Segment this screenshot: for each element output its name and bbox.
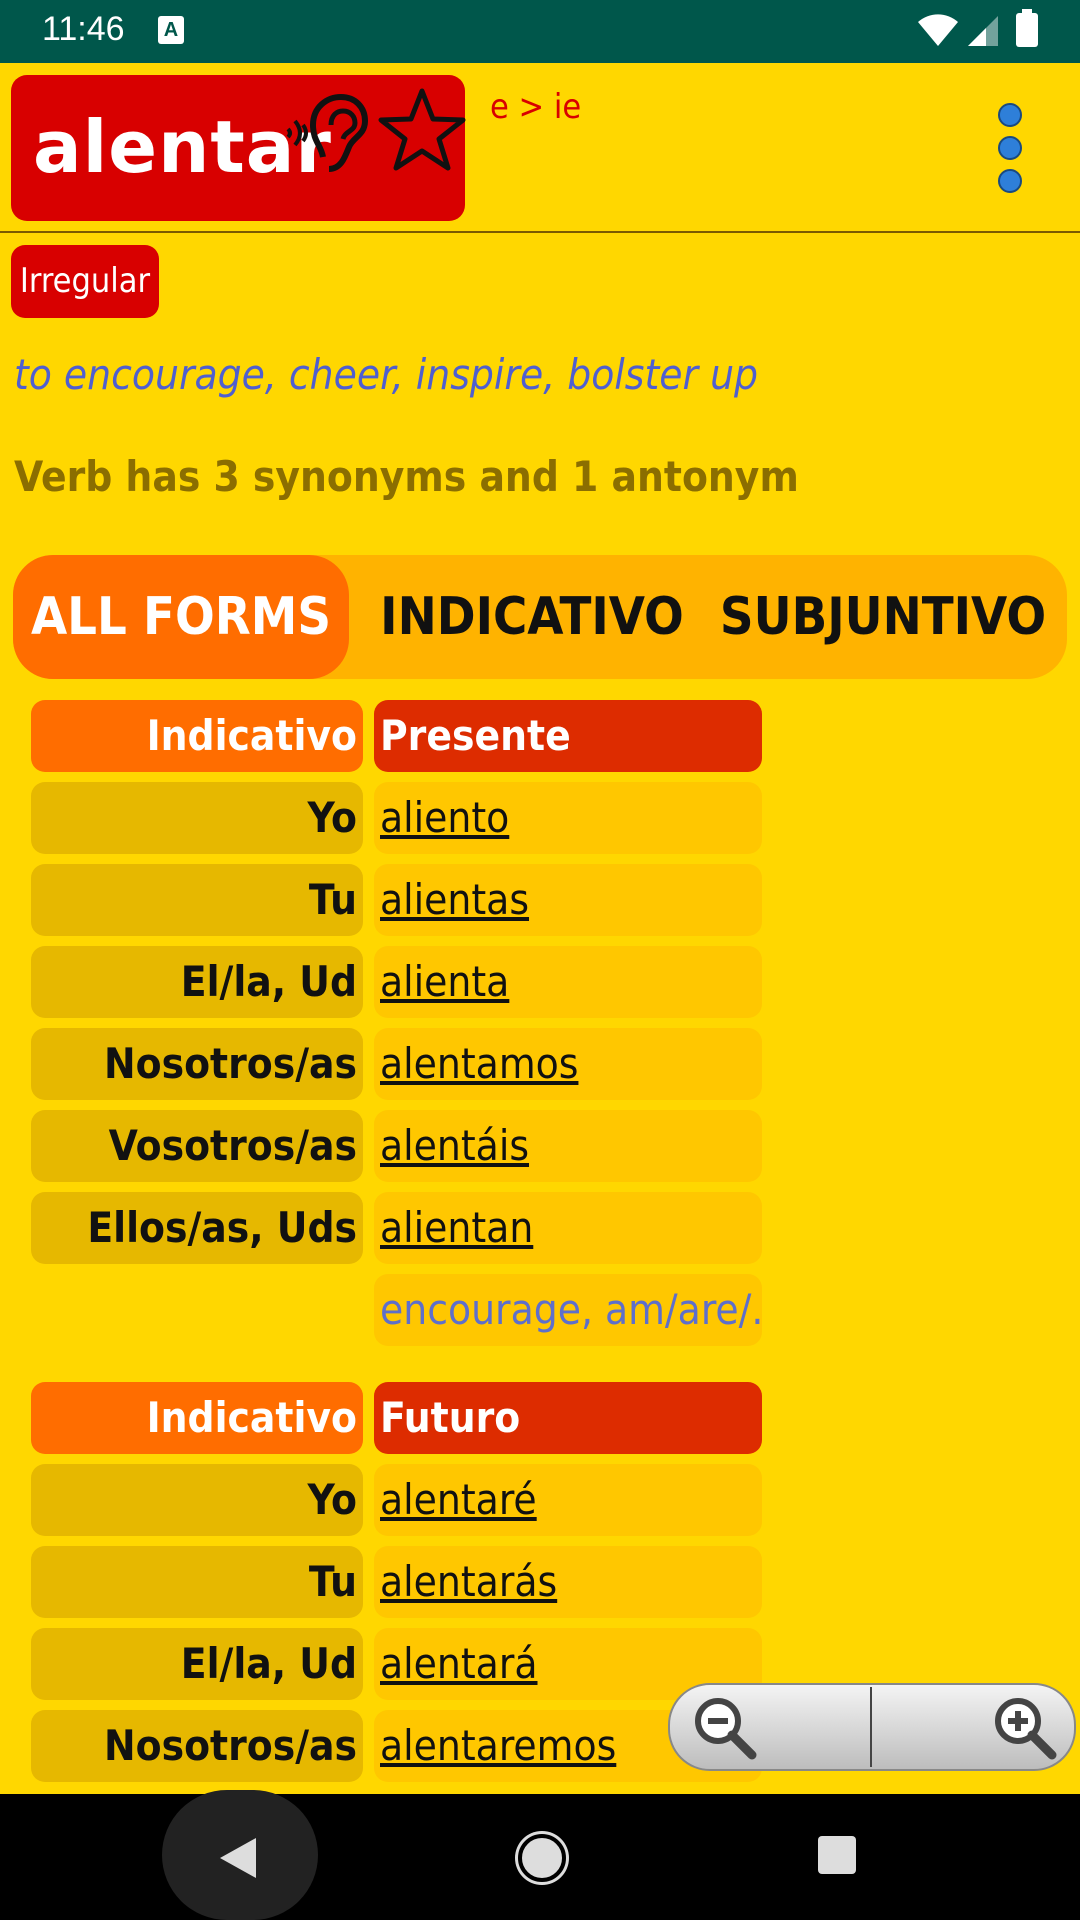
verb-form-link[interactable]: alienta: [374, 946, 762, 1018]
overflow-menu-icon[interactable]: [998, 103, 1024, 199]
zoom-out-icon[interactable]: [690, 1693, 760, 1763]
pronoun-label: El/la, Ud: [31, 946, 363, 1018]
mood-label: Indicativo: [31, 700, 363, 772]
tense-label: Presente: [374, 700, 762, 772]
signal-icon: [968, 16, 998, 46]
table-row: Yo aliento: [31, 782, 763, 854]
wifi-icon: [918, 14, 958, 46]
table-row: Tu alentarás: [31, 1546, 763, 1618]
irregular-badge: Irregular: [11, 245, 159, 318]
pronoun-label: Yo: [31, 1464, 363, 1536]
status-bar: 11:46 A: [0, 0, 1080, 63]
tense-label: Futuro: [374, 1382, 762, 1454]
zoom-in-icon[interactable]: [990, 1693, 1060, 1763]
verb-form-link[interactable]: alientas: [374, 864, 762, 936]
recent-apps-icon[interactable]: [818, 1836, 856, 1874]
pronoun-label: Tu: [31, 864, 363, 936]
tab-indicativo[interactable]: INDICATIVO: [367, 555, 697, 679]
stem-change-label: e > ie: [490, 87, 582, 127]
status-time: 11:46: [42, 10, 125, 48]
verb-form-link[interactable]: alentamos: [374, 1028, 762, 1100]
verb-form-link[interactable]: alentarás: [374, 1546, 762, 1618]
app-header: alentar e > ie: [0, 63, 1080, 233]
verb-form-link[interactable]: alentáis: [374, 1110, 762, 1182]
pronoun-label: Yo: [31, 782, 363, 854]
empty-cell: [31, 1274, 363, 1346]
mood-label: Indicativo: [31, 1382, 363, 1454]
pronoun-label: Nosotros/as: [31, 1710, 363, 1782]
zoom-controls: [668, 1683, 1076, 1771]
pronoun-label: Nosotros/as: [31, 1028, 363, 1100]
verb-card: alentar: [11, 75, 467, 221]
conjugation-table-presente: Indicativo Presente Yo aliento Tu alient…: [31, 700, 763, 1356]
favorite-star-icon[interactable]: [377, 85, 467, 175]
battery-icon: [1016, 9, 1038, 47]
table-header-row: Indicativo Presente: [31, 700, 763, 772]
table-row: Ellos/as, Uds alientan: [31, 1192, 763, 1264]
home-icon[interactable]: [518, 1834, 566, 1882]
verb-form-link[interactable]: alentaré: [374, 1464, 762, 1536]
verb-form-link[interactable]: aliento: [374, 782, 762, 854]
pronoun-label: Vosotros/as: [31, 1110, 363, 1182]
conjugation-table-futuro: Indicativo Futuro Yo alentaré Tu alentar…: [31, 1382, 763, 1792]
tense-translation: encourage, am/are/..: [374, 1274, 762, 1346]
table-header-row: Indicativo Futuro: [31, 1382, 763, 1454]
pronoun-label: Tu: [31, 1546, 363, 1618]
table-row: Nosotros/as alentaremos: [31, 1710, 763, 1782]
verb-translation: to encourage, cheer, inspire, bolster up: [14, 350, 759, 399]
table-row: Nosotros/as alentamos: [31, 1028, 763, 1100]
ear-audio-icon[interactable]: [283, 85, 373, 175]
system-nav-bar: [0, 1790, 1080, 1920]
tab-all-forms[interactable]: ALL FORMS: [13, 555, 349, 679]
synonyms-info[interactable]: Verb has 3 synonyms and 1 antonym: [14, 452, 799, 501]
tense-translation-row: encourage, am/are/..: [31, 1274, 763, 1346]
table-row: Yo alentaré: [31, 1464, 763, 1536]
back-icon[interactable]: [218, 1836, 258, 1880]
table-row: El/la, Ud alienta: [31, 946, 763, 1018]
verb-form-link[interactable]: alientan: [374, 1192, 762, 1264]
tab-subjuntivo[interactable]: SUBJUNTIVO: [713, 555, 1053, 679]
pronoun-label: Ellos/as, Uds: [31, 1192, 363, 1264]
form-tabs: ALL FORMS INDICATIVO SUBJUNTIVO: [13, 555, 1067, 679]
table-row: Vosotros/as alentáis: [31, 1110, 763, 1182]
pronoun-label: El/la, Ud: [31, 1628, 363, 1700]
table-row: Tu alientas: [31, 864, 763, 936]
notification-icon: A: [158, 16, 184, 44]
table-row: El/la, Ud alentará: [31, 1628, 763, 1700]
